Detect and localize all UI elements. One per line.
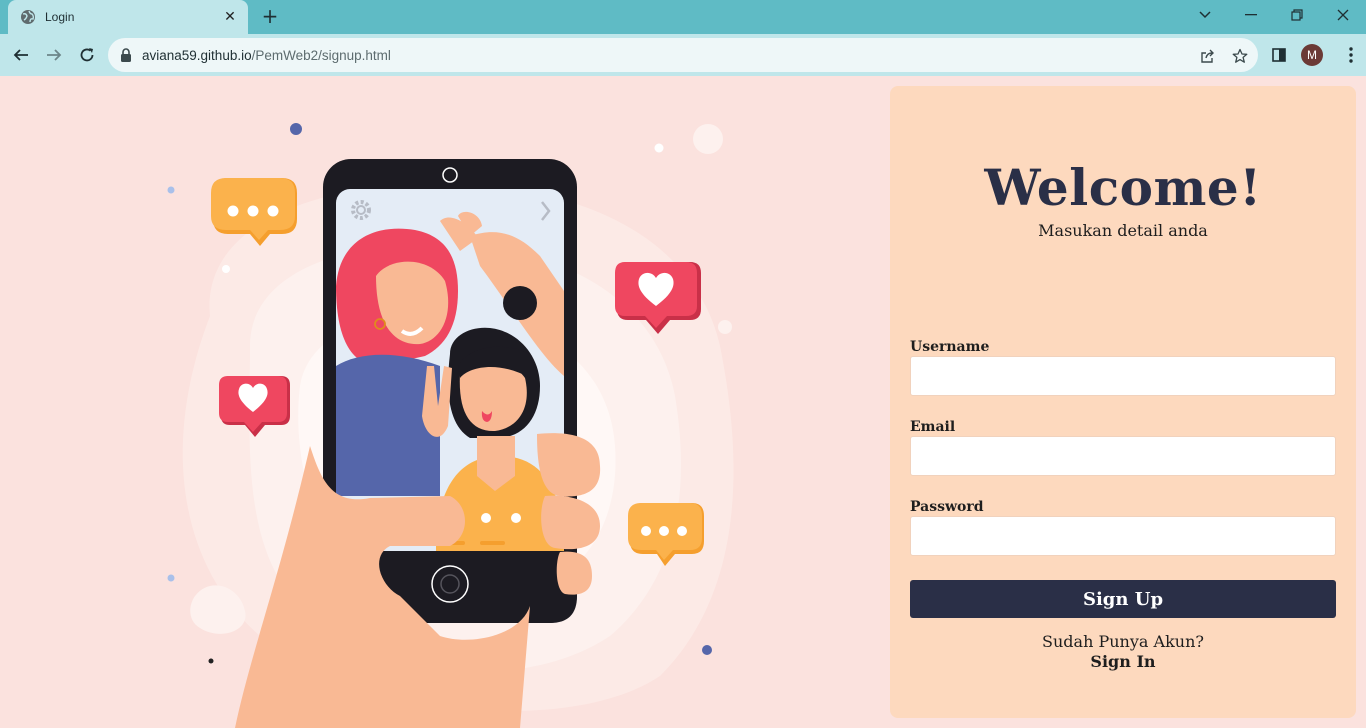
sign-in-link[interactable]: Sign In: [890, 652, 1356, 671]
username-input[interactable]: [910, 356, 1336, 396]
password-label: Password: [910, 499, 984, 515]
page-subtitle: Masukan detail anda: [1038, 221, 1208, 240]
browser-tab[interactable]: Login ✕: [8, 0, 248, 34]
page-content: Welcome! Masukan detail anda Username Em…: [0, 76, 1366, 728]
side-panel-button[interactable]: [1268, 44, 1290, 66]
share-button[interactable]: [1198, 46, 1218, 66]
globe-icon: [21, 10, 35, 24]
restore-button[interactable]: [1274, 0, 1320, 30]
password-input[interactable]: [910, 516, 1336, 556]
close-window-button[interactable]: [1320, 0, 1366, 30]
tab-title: Login: [45, 10, 75, 24]
page-title: Welcome!: [984, 158, 1262, 217]
close-icon: [1337, 9, 1349, 21]
star-icon: [1232, 48, 1248, 63]
new-tab-button[interactable]: +: [258, 5, 282, 29]
tab-strip: Login ✕ +: [0, 0, 1366, 34]
forward-button[interactable]: [41, 42, 67, 68]
back-button[interactable]: [8, 42, 34, 68]
address-bar[interactable]: aviana59.github.io/PemWeb2/signup.html: [108, 38, 1258, 72]
bookmark-button[interactable]: [1230, 46, 1250, 66]
minimize-button[interactable]: [1228, 0, 1274, 30]
username-label: Username: [910, 339, 990, 355]
url-text: aviana59.github.io/PemWeb2/signup.html: [142, 48, 391, 63]
signup-card: Welcome! Masukan detail anda Username Em…: [890, 86, 1356, 718]
arrow-left-icon: [13, 49, 28, 61]
url-host: aviana59.github.io: [142, 47, 252, 63]
side-panel-icon: [1272, 48, 1286, 62]
minimize-icon: [1245, 14, 1257, 16]
tab-search-button[interactable]: [1182, 0, 1228, 30]
arrow-right-icon: [47, 49, 62, 61]
lock-icon: [121, 48, 131, 62]
email-label: Email: [910, 419, 956, 435]
reload-icon: [80, 48, 94, 62]
reload-button[interactable]: [74, 42, 100, 68]
restore-icon: [1291, 9, 1303, 21]
email-input[interactable]: [910, 436, 1336, 476]
profile-avatar[interactable]: M: [1301, 44, 1323, 66]
chevron-down-icon: [1199, 11, 1211, 19]
menu-button[interactable]: [1341, 44, 1361, 66]
more-vert-icon: [1349, 47, 1353, 63]
have-account-text: Sudah Punya Akun?: [1042, 632, 1204, 651]
tab-close-icon[interactable]: ✕: [222, 9, 238, 25]
browser-toolbar: aviana59.github.io/PemWeb2/signup.html M: [0, 34, 1366, 76]
sign-up-button[interactable]: Sign Up: [910, 580, 1336, 618]
share-icon: [1201, 49, 1214, 63]
selfie-phone-illustration: [167, 123, 734, 728]
url-path: /PemWeb2/signup.html: [251, 47, 391, 63]
